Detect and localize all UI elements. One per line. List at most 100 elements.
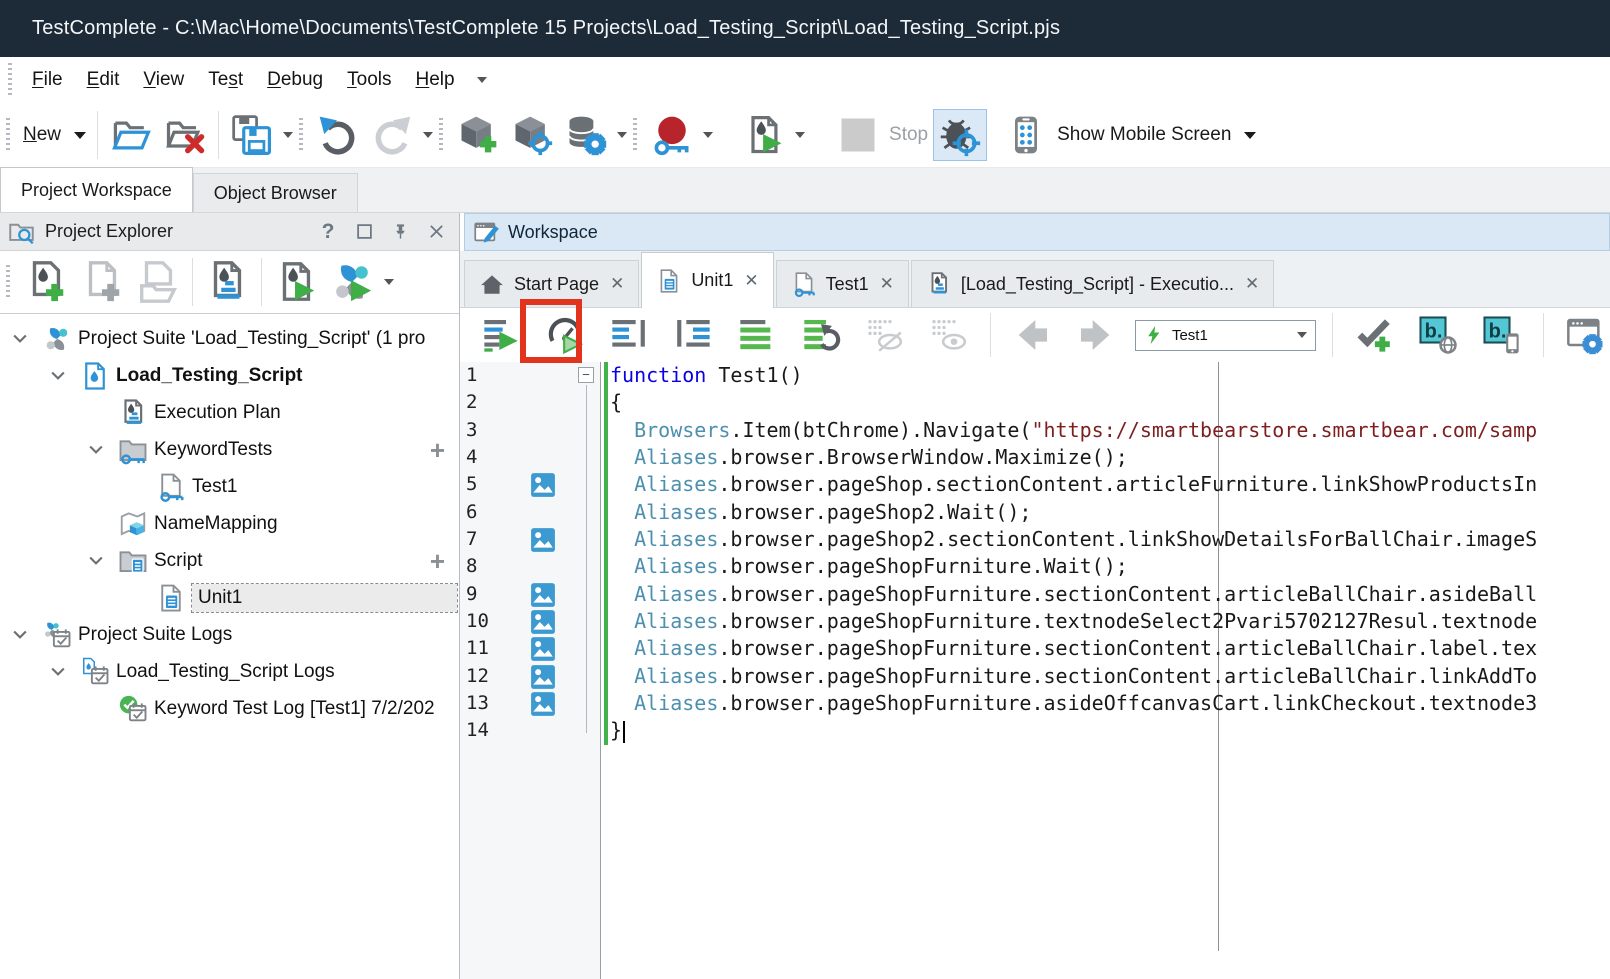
code-line[interactable]: Aliases.browser.BrowserWindow.Maximize()…: [610, 444, 1610, 471]
tree-item-script[interactable]: Script+: [0, 542, 459, 579]
code-line[interactable]: function Test1(): [610, 362, 1610, 389]
tree-expander[interactable]: [86, 550, 108, 572]
toolbar-grip[interactable]: [633, 118, 637, 152]
code-area[interactable]: function Test1(){ Browsers.Item(btChrome…: [610, 362, 1610, 745]
show-mobile-screen-button[interactable]: Show Mobile Screen: [999, 109, 1261, 161]
editor-tab-test1[interactable]: Test1✕: [776, 260, 909, 307]
tree-item-keyword-test-log-test1-7-2-202[interactable]: Keyword Test Log [Test1] 7/2/202: [0, 690, 459, 727]
tab-object-browser[interactable]: Object Browser: [193, 173, 358, 212]
tree-item-test1[interactable]: Test1: [0, 468, 459, 505]
menu-grip[interactable]: [8, 63, 12, 97]
run-current-routine-button[interactable]: [540, 311, 590, 359]
code-line[interactable]: Aliases.browser.pageShop.sectionContent.…: [610, 471, 1610, 498]
undo-button[interactable]: [311, 109, 365, 161]
run-test-button[interactable]: [737, 109, 791, 161]
run-unit-button[interactable]: [476, 311, 526, 359]
code-line[interactable]: Aliases.browser.pageShop2.Wait();: [610, 499, 1610, 526]
code-line[interactable]: Aliases.browser.pageShopFurniture.asideO…: [610, 690, 1610, 717]
toolbar-grip[interactable]: [299, 118, 303, 152]
close-tab-button[interactable]: ✕: [742, 271, 758, 291]
add-project-item-button[interactable]: [18, 255, 74, 309]
code-line[interactable]: }: [610, 717, 1610, 744]
menu-item-edit[interactable]: Edit: [75, 65, 132, 95]
save-options-caret[interactable]: [279, 126, 297, 144]
enable-debugging-button[interactable]: [933, 109, 987, 161]
show-test-visualizer-button[interactable]: [924, 311, 974, 359]
menu-item-tools[interactable]: Tools: [335, 65, 403, 95]
close-project-button[interactable]: [158, 109, 212, 161]
add-child-button[interactable]: +: [430, 551, 445, 571]
tree-expander[interactable]: [48, 365, 70, 387]
editor-tab-start-page[interactable]: Start Page✕: [464, 260, 639, 307]
help-button[interactable]: ?: [315, 219, 341, 245]
open-button[interactable]: [104, 109, 158, 161]
routine-selector[interactable]: Test1: [1135, 320, 1316, 351]
record-options-caret[interactable]: [699, 126, 717, 144]
new-button[interactable]: New: [18, 120, 91, 150]
close-tab-button[interactable]: ✕: [608, 274, 624, 294]
run-project-suite-button[interactable]: [324, 255, 380, 309]
redo-button[interactable]: [365, 109, 419, 161]
menu-item-debug[interactable]: Debug: [255, 65, 335, 95]
menu-item-help[interactable]: Help: [403, 65, 466, 95]
code-line[interactable]: Aliases.browser.pageShopFurniture.sectio…: [610, 635, 1610, 662]
tree-item-keywordtests[interactable]: KeywordTests+: [0, 431, 459, 468]
menu-item-view[interactable]: View: [131, 65, 196, 95]
close-panel-button[interactable]: [423, 219, 449, 245]
add-child-button[interactable]: +: [430, 440, 445, 460]
web-test-options-button[interactable]: [1560, 311, 1610, 359]
data-options-button[interactable]: [559, 109, 613, 161]
code-line[interactable]: Aliases.browser.pageShopFurniture.Wait()…: [610, 553, 1610, 580]
navigate-forward-button[interactable]: [1071, 311, 1121, 359]
image-icon[interactable]: [530, 664, 556, 690]
revert-keyword-button[interactable]: [796, 311, 846, 359]
pin-panel-button[interactable]: [387, 219, 413, 245]
editor-tab-load-testing-script-executio[interactable]: [Load_Testing_Script] - Executio...✕: [911, 260, 1274, 307]
execution-plan-button[interactable]: [199, 255, 255, 309]
code-line[interactable]: Aliases.browser.pageShopFurniture.sectio…: [610, 581, 1610, 608]
fold-toggle[interactable]: −: [578, 367, 594, 383]
image-icon[interactable]: [530, 636, 556, 662]
menu-overflow-caret[interactable]: [473, 71, 491, 89]
keyword-view-button[interactable]: [732, 311, 782, 359]
code-line[interactable]: Browsers.Item(btChrome).Navigate("https:…: [610, 417, 1610, 444]
tree-expander[interactable]: [10, 624, 32, 646]
code-line[interactable]: Aliases.browser.pageShop2.sectionContent…: [610, 526, 1610, 553]
add-new-item-button[interactable]: [451, 109, 505, 161]
object-spy-button[interactable]: [505, 109, 559, 161]
image-icon[interactable]: [530, 527, 556, 553]
bitbar-web-button[interactable]: b.: [1413, 311, 1463, 359]
record-test-button[interactable]: [645, 109, 699, 161]
tree-item-unit1[interactable]: Unit1: [0, 579, 459, 616]
toolbar-grip[interactable]: [439, 118, 443, 152]
tree-item-load-testing-script[interactable]: Load_Testing_Script: [0, 357, 459, 394]
run-suite-options-caret[interactable]: [380, 273, 398, 291]
next-marker-button[interactable]: [604, 311, 654, 359]
editor-tab-unit1[interactable]: Unit1✕: [641, 252, 773, 308]
image-icon[interactable]: [530, 609, 556, 635]
stop-button[interactable]: Stop: [831, 109, 933, 161]
run-project-button[interactable]: [268, 255, 324, 309]
close-tab-button[interactable]: ✕: [1243, 274, 1259, 294]
code-line[interactable]: Aliases.browser.pageShopFurniture.textno…: [610, 608, 1610, 635]
toolbar-grip[interactable]: [6, 265, 10, 299]
tree-expander[interactable]: [48, 661, 70, 683]
code-editor[interactable]: 1234567891011121314 − function Test1(){ …: [460, 362, 1610, 979]
data-options-caret[interactable]: [613, 126, 631, 144]
tree-item-project-suite-load-testing-script-1-pro[interactable]: Project Suite 'Load_Testing_Script' (1 p…: [0, 320, 459, 357]
toolbar-grip[interactable]: [6, 118, 10, 152]
tree-item-execution-plan[interactable]: Execution Plan: [0, 394, 459, 431]
hide-test-visualizer-button[interactable]: [860, 311, 910, 359]
navigate-back-button[interactable]: [1007, 311, 1057, 359]
tab-project-workspace[interactable]: Project Workspace: [0, 167, 193, 212]
new-item-button[interactable]: [74, 255, 130, 309]
menu-item-file[interactable]: File: [20, 65, 75, 95]
maximize-panel-button[interactable]: [351, 219, 377, 245]
image-icon[interactable]: [530, 582, 556, 608]
image-icon[interactable]: [530, 472, 556, 498]
image-icon[interactable]: [530, 691, 556, 717]
tree-item-project-suite-logs[interactable]: Project Suite Logs: [0, 616, 459, 653]
add-checkpoint-button[interactable]: [1349, 311, 1399, 359]
tree-item-namemapping[interactable]: NameMapping: [0, 505, 459, 542]
tree-expander[interactable]: [86, 439, 108, 461]
